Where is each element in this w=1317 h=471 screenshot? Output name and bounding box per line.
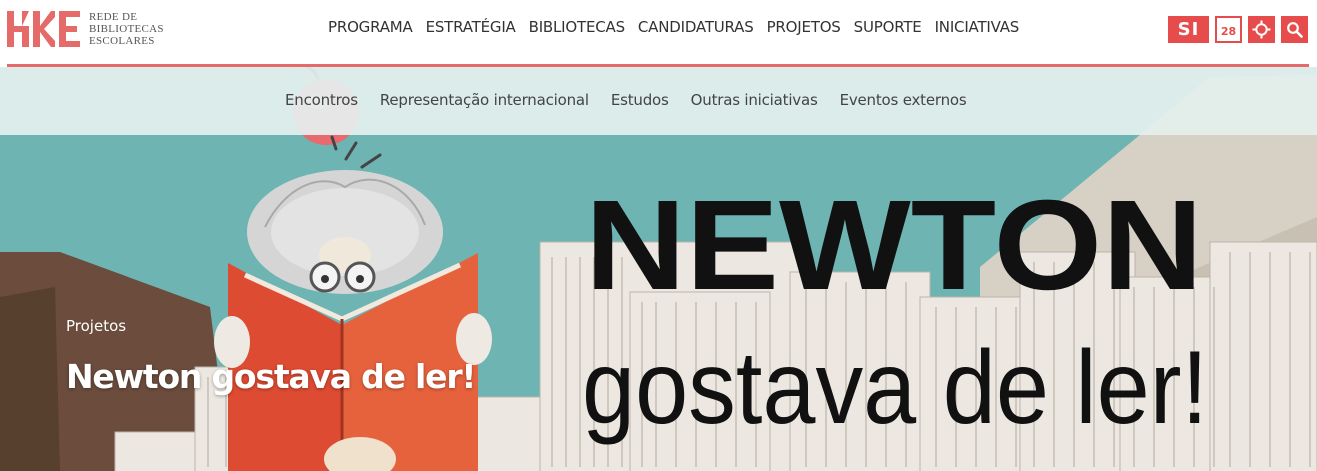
nav-suporte[interactable]: SUPORTE: [854, 18, 922, 36]
si-label: SI: [1177, 19, 1200, 40]
secondary-nav-links: Encontros Representação internacional Es…: [285, 91, 967, 109]
main-nav: PROGRAMA ESTRATÉGIA BIBLIOTECAS CANDIDAT…: [328, 18, 1019, 36]
poster-subline: gostava de ler!: [582, 330, 1208, 446]
subnav-eventos-externos[interactable]: Eventos externos: [840, 91, 967, 109]
si-button[interactable]: SI: [1168, 16, 1209, 43]
nav-bibliotecas[interactable]: BIBLIOTECAS: [529, 18, 625, 36]
nav-candidaturas[interactable]: CANDIDATURAS: [638, 18, 754, 36]
logo-wordmark: REDE DE BIBLIOTECAS ESCOLARES: [89, 11, 164, 47]
subnav-encontros[interactable]: Encontros: [285, 91, 358, 109]
calendar-day: 28: [1220, 25, 1237, 38]
search-button[interactable]: [1281, 16, 1308, 43]
subnav-outras-iniciativas[interactable]: Outras iniciativas: [691, 91, 818, 109]
locate-button[interactable]: [1248, 16, 1275, 43]
subnav-estudos[interactable]: Estudos: [611, 91, 669, 109]
search-icon: [1287, 22, 1303, 38]
secondary-nav: Encontros Representação internacional Es…: [0, 67, 1317, 135]
calendar-button[interactable]: 28: [1215, 16, 1242, 43]
header-tools: SI 28: [1168, 16, 1308, 43]
nav-iniciativas[interactable]: INICIATIVAS: [935, 18, 1020, 36]
poster-headline: NEWTON: [585, 174, 1203, 317]
hero-title: Newton gostava de ler!: [66, 357, 476, 396]
subnav-representacao-internacional[interactable]: Representação internacional: [380, 91, 589, 109]
logo-line: BIBLIOTECAS: [89, 23, 164, 35]
nav-estrategia[interactable]: ESTRATÉGIA: [426, 18, 516, 36]
nav-programa[interactable]: PROGRAMA: [328, 18, 413, 36]
nav-projetos[interactable]: PROJETOS: [767, 18, 841, 36]
rbe-logo-mark-icon: [7, 11, 80, 47]
hero-category-link[interactable]: Projetos: [66, 317, 126, 335]
site-logo[interactable]: REDE DE BIBLIOTECAS ESCOLARES: [7, 9, 164, 49]
site-header: REDE DE BIBLIOTECAS ESCOLARES PROGRAMA E…: [0, 0, 1317, 64]
logo-line: REDE DE: [89, 11, 138, 23]
crosshair-icon: [1252, 20, 1271, 39]
logo-line: ESCOLARES: [89, 35, 155, 47]
